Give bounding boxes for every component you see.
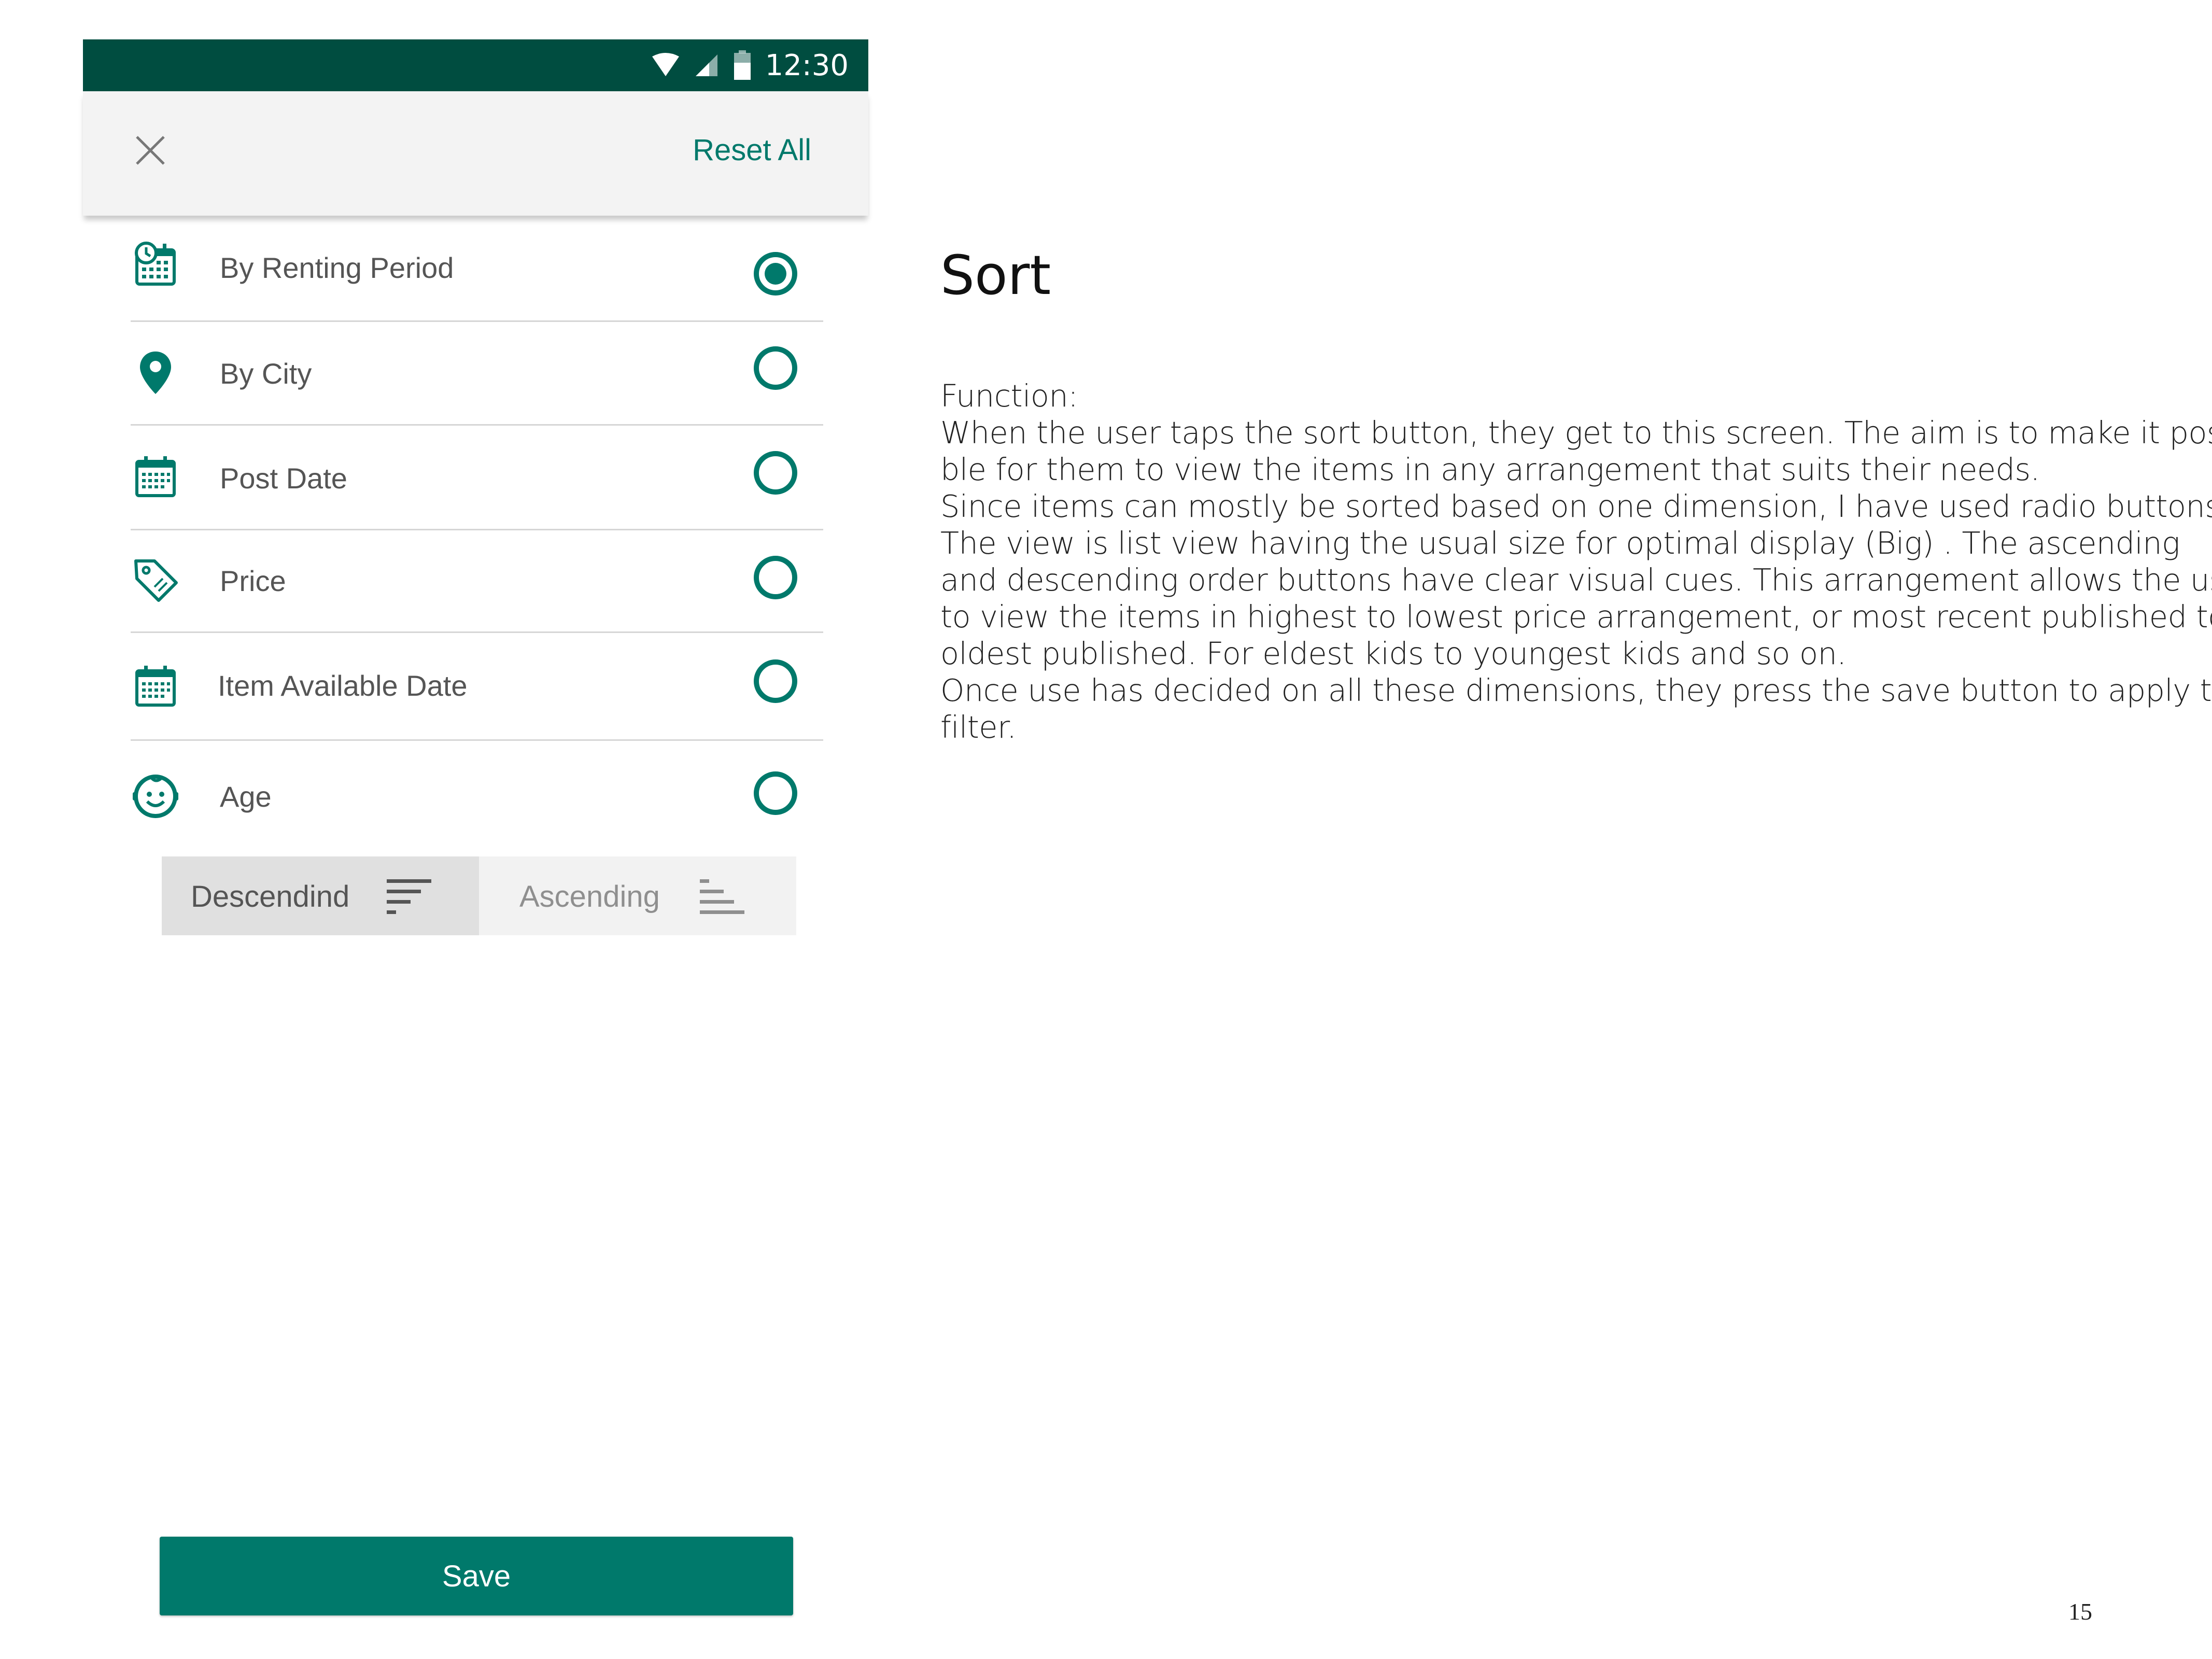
radio-button[interactable] — [754, 771, 797, 815]
sort-option-label: By Renting Period — [220, 251, 454, 284]
description-line: Since items can mostly be sorted based o… — [940, 488, 2212, 524]
sort-option-label: By City — [220, 357, 312, 390]
sort-option-label: Price — [220, 565, 286, 597]
sort-ascending-icon — [700, 879, 744, 914]
calendar-clock-icon — [135, 242, 176, 286]
sort-option-price[interactable]: Price — [131, 529, 823, 633]
sort-descending-icon — [387, 879, 431, 914]
sort-option-item-available-date[interactable]: Item Available Date — [131, 631, 823, 741]
description-line: ble for them to view the items in any ar… — [940, 452, 2040, 487]
description-line: oldest published. For eldest kids to you… — [940, 636, 1847, 671]
location-pin-icon — [140, 352, 171, 394]
ascending-button[interactable]: Ascending — [479, 856, 796, 935]
save-button[interactable]: Save — [160, 1537, 793, 1615]
battery-icon — [734, 50, 751, 80]
radio-button[interactable] — [754, 346, 797, 390]
status-bar: 12:30 — [83, 39, 868, 91]
baby-face-icon — [133, 775, 178, 818]
sort-order-toggle: Descendind Ascending — [162, 856, 796, 935]
reset-all-button[interactable]: Reset All — [693, 133, 811, 167]
descending-button[interactable]: Descendind — [162, 856, 479, 935]
description-line: and descending order buttons have clear … — [940, 562, 2212, 598]
radio-button[interactable] — [754, 451, 797, 495]
calendar-icon — [135, 456, 176, 497]
description-line: filter. — [940, 709, 1017, 745]
radio-button[interactable] — [754, 659, 797, 703]
close-button[interactable] — [130, 130, 171, 171]
status-time: 12:30 — [765, 48, 849, 82]
price-tag-icon — [134, 559, 178, 602]
description-line: When the user taps the sort button, they… — [940, 415, 2212, 451]
description-body: Function: When the user taps the sort bu… — [940, 377, 2212, 746]
description-line: Once use has decided on all these dimens… — [940, 672, 2212, 708]
description-line: to view the items in highest to lowest p… — [940, 599, 2212, 635]
radio-button-selected[interactable] — [754, 252, 797, 296]
cell-signal-icon — [695, 54, 717, 76]
sort-option-post-date[interactable]: Post Date — [131, 424, 823, 530]
sort-option-age[interactable]: Age — [131, 739, 823, 846]
close-icon — [136, 136, 165, 165]
sort-option-city[interactable]: By City — [131, 320, 823, 426]
page-title: Sort — [940, 244, 1051, 307]
app-bar: Reset All — [83, 91, 868, 216]
page-number: 15 — [2068, 1598, 2092, 1625]
ascending-label: Ascending — [519, 880, 660, 913]
sort-option-label: Item Available Date — [218, 669, 468, 702]
wifi-icon — [652, 53, 679, 76]
radio-button[interactable] — [754, 556, 797, 599]
description-line: The view is list view having the usual s… — [940, 525, 2180, 561]
description-line: Function: — [940, 378, 1078, 414]
calendar-icon — [135, 666, 176, 707]
sort-option-label: Age — [220, 780, 272, 813]
descending-label: Descendind — [191, 880, 350, 913]
sort-option-label: Post Date — [220, 462, 347, 495]
sort-option-renting-period[interactable]: By Renting Period — [131, 228, 823, 322]
